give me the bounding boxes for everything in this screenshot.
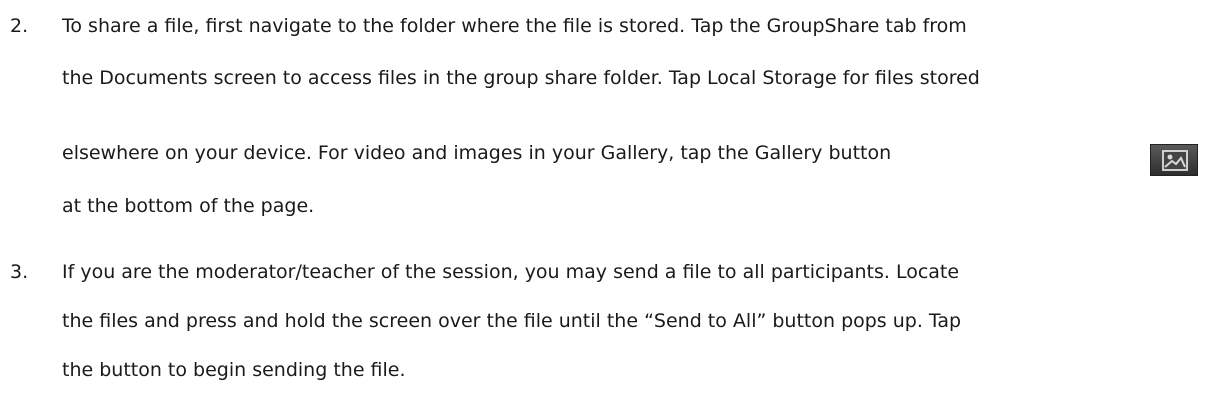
item-number: 2. [10,15,29,37]
gallery-icon [1150,144,1198,176]
item-2-line-1: To share a file, first navigate to the f… [62,15,967,37]
item-2-line-3: elsewhere on your device. For video and … [62,142,892,164]
item-2-line-2: the Documents screen to access files in … [62,67,980,89]
item-number: 3. [10,261,29,283]
item-3-line-3: the button to begin sending the file. [62,359,406,381]
item-3-line-1: If you are the moderator/teacher of the … [62,261,960,283]
item-3-line-2: the files and press and hold the screen … [62,310,962,332]
item-2-line-4: at the bottom of the page. [62,195,315,217]
